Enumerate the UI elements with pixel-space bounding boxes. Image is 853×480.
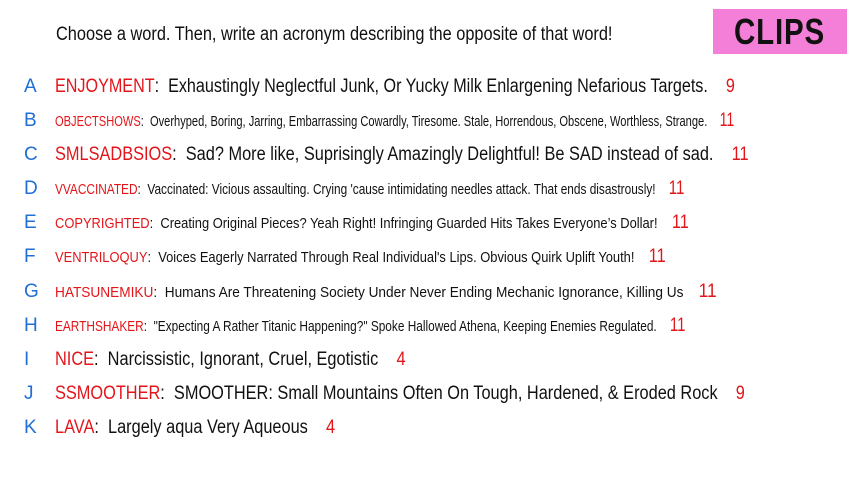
entry-count: 9: [735, 383, 745, 404]
entry-word: ENJOYMENT: [55, 76, 155, 97]
entry-row-f: F VENTRILOQUY: Voices Eagerly Narrated T…: [0, 243, 853, 271]
entry-word: LAVA: [55, 417, 95, 438]
entry-row-k: K LAVA: Largely aqua Very Aqueous 4: [0, 414, 853, 442]
entry-letter: A: [24, 76, 37, 97]
entry-content: NICE: Narcissistic, Ignorant, Cruel, Ego…: [55, 349, 406, 370]
entry-acronym: Overhyped, Boring, Jarring, Embarrassing…: [149, 113, 708, 130]
entry-acronym: "Expecting A Rather Titanic Happening?" …: [153, 318, 657, 335]
entry-word: COPYRIGHTED: [55, 215, 150, 232]
entry-row-i: I NICE: Narcissistic, Ignorant, Cruel, E…: [0, 346, 853, 374]
entry-content: ENJOYMENT: Exhaustingly Neglectful Junk,…: [55, 76, 735, 97]
entry-letter: B: [24, 110, 37, 131]
entry-letter: C: [24, 144, 38, 165]
entry-count: 11: [698, 281, 717, 302]
entry-word: EARTHSHAKER: [55, 318, 144, 335]
entry-word: VENTRILOQUY: [55, 249, 148, 266]
entry-row-d: D VVACCINATED: Vaccinated: Vicious assau…: [0, 175, 853, 203]
entry-content: VVACCINATED: Vaccinated: Vicious assault…: [55, 178, 685, 199]
entry-count: 11: [731, 144, 749, 165]
entry-row-e: E COPYRIGHTED: Creating Original Pieces?…: [0, 209, 853, 237]
entry-acronym: Exhaustingly Neglectful Junk, Or Yucky M…: [168, 76, 708, 97]
entry-letter: D: [24, 178, 38, 199]
entry-content: OBJECTSHOWS: Overhyped, Boring, Jarring,…: [55, 110, 735, 131]
entry-content: LAVA: Largely aqua Very Aqueous 4: [55, 417, 336, 438]
entry-count: 4: [326, 417, 336, 438]
entry-count: 9: [725, 76, 735, 97]
prompt-text: Choose a word. Then, write an acronym de…: [56, 24, 613, 45]
entry-letter: F: [24, 246, 36, 267]
entry-word: HATSUNEMIKU: [55, 284, 154, 301]
entry-count: 11: [668, 178, 685, 199]
entry-letter: G: [24, 281, 39, 302]
entry-content: HATSUNEMIKU: Humans Are Threatening Soci…: [55, 281, 717, 302]
entry-word: VVACCINATED: [55, 181, 138, 198]
entry-letter: E: [24, 212, 37, 233]
entry-acronym: Largely aqua Very Aqueous: [107, 417, 308, 438]
entry-word: SSMOOTHER: [55, 383, 161, 404]
logo-text: CLIPS: [734, 10, 826, 52]
entry-count: 11: [719, 110, 735, 131]
entry-letter: K: [24, 417, 37, 438]
entry-content: SSMOOTHER: SMOOTHER: Small Mountains Oft…: [55, 383, 745, 404]
entry-acronym: Vaccinated: Vicious assaulting. Crying '…: [147, 181, 656, 198]
entry-acronym: Narcissistic, Ignorant, Cruel, Egotistic: [107, 349, 379, 370]
entry-word: NICE: [55, 349, 95, 370]
entry-row-h: H EARTHSHAKER: "Expecting A Rather Titan…: [0, 312, 853, 340]
entry-acronym: Creating Original Pieces? Yeah Right! In…: [160, 215, 658, 232]
entry-content: VENTRILOQUY: Voices Eagerly Narrated Thr…: [55, 246, 666, 267]
entry-row-j: J SSMOOTHER: SMOOTHER: Small Mountains O…: [0, 380, 853, 408]
entry-row-c: C SMLSADBSIOS: Sad? More like, Suprising…: [0, 141, 853, 169]
entry-row-a: A ENJOYMENT: Exhaustingly Neglectful Jun…: [0, 73, 853, 101]
entry-letter: J: [24, 383, 34, 404]
entry-content: EARTHSHAKER: "Expecting A Rather Titanic…: [55, 315, 686, 336]
entry-letter: H: [24, 315, 38, 336]
entry-count: 11: [671, 212, 689, 233]
clips-logo: CLIPS: [713, 9, 847, 54]
entry-letter: I: [24, 349, 30, 370]
entry-count: 4: [396, 349, 406, 370]
entry-count: 11: [648, 246, 666, 267]
entry-acronym: Humans Are Threatening Society Under Nev…: [164, 284, 684, 301]
entry-row-b: B OBJECTSHOWS: Overhyped, Boring, Jarrin…: [0, 107, 853, 135]
entry-content: SMLSADBSIOS: Sad? More like, Suprisingly…: [55, 144, 749, 165]
entry-word: SMLSADBSIOS: [55, 144, 173, 165]
entry-count: 11: [669, 315, 686, 336]
entry-acronym: Sad? More like, Suprisingly Amazingly De…: [185, 144, 714, 165]
entry-acronym: Voices Eagerly Narrated Through Real Ind…: [158, 249, 635, 266]
entry-acronym: SMOOTHER: Small Mountains Often On Tough…: [173, 383, 718, 404]
entry-content: COPYRIGHTED: Creating Original Pieces? Y…: [55, 212, 689, 233]
entry-row-g: G HATSUNEMIKU: Humans Are Threatening So…: [0, 278, 853, 306]
entry-word: OBJECTSHOWS: [55, 113, 141, 130]
